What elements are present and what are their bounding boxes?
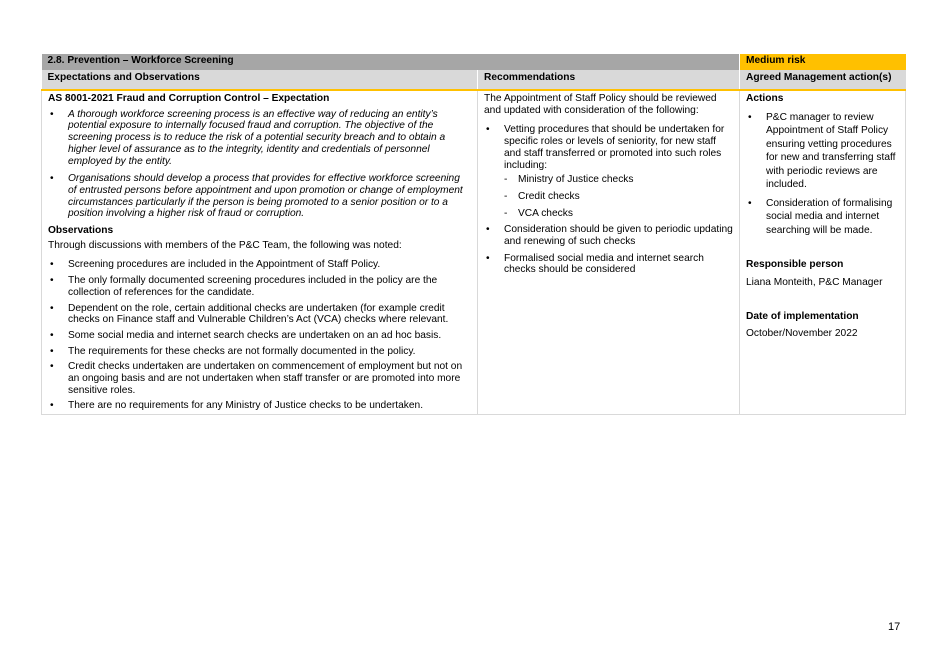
observation-list: Screening procedures are included in the… xyxy=(48,259,471,412)
recommendation-subitem: Credit checks xyxy=(504,191,733,203)
expectation-heading: AS 8001-2021 Fraud and Corruption Contro… xyxy=(48,93,330,104)
column-header-management-actions: Agreed Management action(s) xyxy=(739,70,906,91)
recommendation-subitem: VCA checks xyxy=(504,208,733,220)
section-title: 2.8. Prevention – Workforce Screening xyxy=(41,54,740,70)
column-header-expectations: Expectations and Observations xyxy=(41,70,478,91)
observation-item: Screening procedures are included in the… xyxy=(48,259,471,271)
recommendation-item: Consideration should be given to periodi… xyxy=(484,224,733,247)
action-item: Consideration of formalising social medi… xyxy=(746,197,899,238)
observations-heading: Observations xyxy=(48,225,114,237)
expectation-item: Organisations should develop a process t… xyxy=(48,173,471,220)
actions-list: P&C manager to review Appointment of Sta… xyxy=(746,111,899,238)
recommendation-subitem: Ministry of Justice checks xyxy=(504,174,733,186)
implementation-date-heading: Date of implementation xyxy=(746,310,859,322)
implementation-date-value: October/November 2022 xyxy=(746,328,858,340)
observation-item: The only formally documented screening p… xyxy=(48,275,471,298)
actions-heading: Actions xyxy=(746,93,784,104)
recommendations-intro: The Appointment of Staff Policy should b… xyxy=(484,93,717,116)
observation-item: Credit checks undertaken are undertaken … xyxy=(48,361,471,396)
observations-intro: Through discussions with members of the … xyxy=(48,239,402,251)
recommendation-list: Vetting procedures that should be undert… xyxy=(484,124,733,276)
observation-item: Dependent on the role, certain additiona… xyxy=(48,303,471,326)
recommendation-sublist: Ministry of Justice checks Credit checks… xyxy=(504,174,733,219)
responsible-person-heading: Responsible person xyxy=(746,259,844,271)
observation-item: There are no requirements for any Minist… xyxy=(48,400,471,412)
column-header-recommendations: Recommendations xyxy=(477,70,740,91)
expectation-item: A thorough workforce screening process i… xyxy=(48,109,471,168)
expectations-cell: AS 8001-2021 Fraud and Corruption Contro… xyxy=(41,90,478,416)
observation-item: The requirements for these checks are no… xyxy=(48,346,471,358)
page-number: 17 xyxy=(888,621,901,633)
recommendation-text: Vetting procedures that should be undert… xyxy=(504,124,725,171)
recommendation-item: Vetting procedures that should be undert… xyxy=(484,124,733,219)
recommendation-item: Formalised social media and internet sea… xyxy=(484,253,733,276)
observation-item: Some social media and internet search ch… xyxy=(48,330,471,342)
expectation-list: A thorough workforce screening process i… xyxy=(48,109,471,220)
responsible-person-value: Liana Monteith, P&C Manager xyxy=(746,276,883,288)
workforce-screening-table: 2.8. Prevention – Workforce Screening Me… xyxy=(41,54,906,416)
management-actions-cell: Actions P&C manager to review Appointmen… xyxy=(739,90,906,416)
recommendations-cell: The Appointment of Staff Policy should b… xyxy=(477,90,740,416)
action-item: P&C manager to review Appointment of Sta… xyxy=(746,111,899,192)
risk-rating-badge: Medium risk xyxy=(739,54,906,70)
